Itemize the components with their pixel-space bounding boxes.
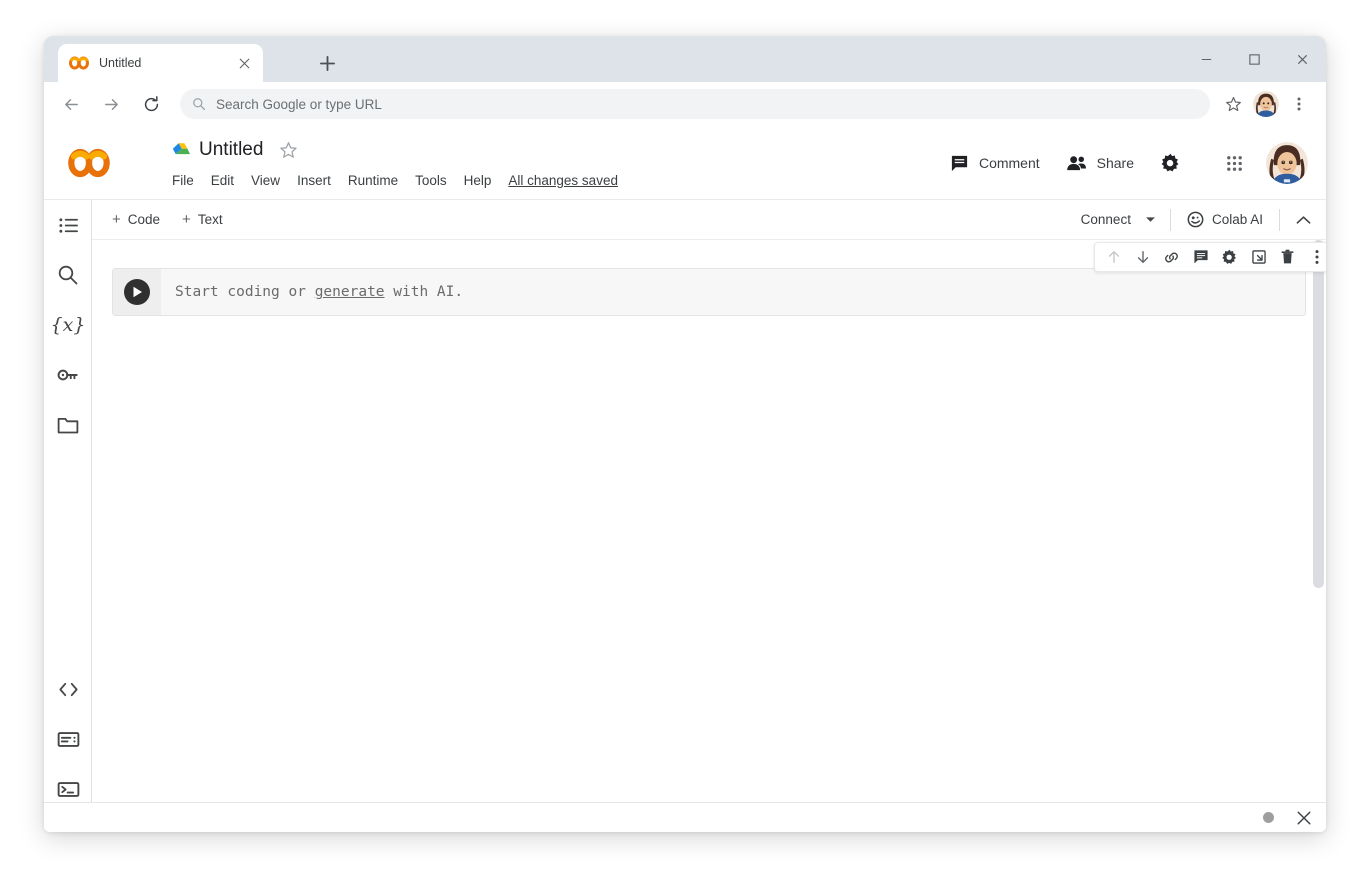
placeholder-prefix: Start coding or: [175, 284, 315, 300]
status-dot: [1263, 812, 1274, 823]
colab-status-bar: [44, 802, 1326, 832]
colab-icon: [68, 55, 90, 71]
menu-bar: File Edit View Insert Runtime Tools Help…: [172, 168, 618, 192]
cell-gutter: [113, 269, 161, 315]
colab-ai-icon: [1187, 211, 1204, 228]
colab-header-actions: Comment Share: [950, 144, 1308, 182]
browser-window: Untitled: [44, 36, 1326, 832]
tab-close-icon[interactable]: [235, 54, 253, 72]
browser-tab-title: Untitled: [99, 56, 235, 70]
sidebar-item-command-palette[interactable]: [44, 714, 92, 764]
menu-file[interactable]: File: [172, 173, 194, 188]
colab-app: Untitled File Edit View Insert Runtime T…: [44, 126, 1326, 832]
colab-header: Untitled File Edit View Insert Runtime T…: [44, 126, 1326, 200]
plus-icon: +: [112, 211, 121, 228]
sidebar-item-files[interactable]: [44, 400, 92, 450]
close-icon[interactable]: [1278, 40, 1326, 78]
google-drive-icon: [172, 142, 191, 159]
placeholder-suffix: with AI.: [385, 284, 464, 300]
notebook-toolbar-right: Connect Colab AI: [1081, 200, 1326, 240]
forward-arrow-icon[interactable]: [96, 89, 126, 119]
sidebar-item-variables[interactable]: {x}: [44, 300, 92, 350]
share-button[interactable]: Share: [1066, 154, 1134, 173]
add-comment-button[interactable]: [1186, 243, 1215, 271]
close-icon[interactable]: [1296, 810, 1312, 826]
sidebar-bottom-group: [44, 664, 92, 814]
colab-ai-label: Colab AI: [1212, 212, 1263, 227]
sidebar-item-find-and-replace[interactable]: [44, 250, 92, 300]
back-arrow-icon[interactable]: [56, 89, 86, 119]
menu-tools[interactable]: Tools: [415, 173, 447, 188]
add-text-cell-button[interactable]: + Text: [182, 211, 223, 228]
apps-grid-icon[interactable]: [1225, 154, 1244, 173]
notebook-toolbar: + Code + Text Connect: [92, 200, 1326, 240]
add-text-label: Text: [198, 212, 223, 227]
sidebar-item-table-of-contents[interactable]: [44, 200, 92, 250]
browser-toolbar: Search Google or type URL: [44, 82, 1326, 126]
browser-tabstrip: Untitled: [44, 36, 1326, 82]
three-dot-menu-icon[interactable]: [1284, 89, 1314, 119]
colab-sidebar: {x}: [44, 200, 92, 832]
star-outline-icon[interactable]: [279, 141, 298, 160]
address-bar[interactable]: Search Google or type URL: [180, 89, 1210, 119]
mirror-cell-button[interactable]: [1244, 243, 1273, 271]
scrollbar-thumb[interactable]: [1313, 240, 1324, 588]
search-icon: [192, 97, 206, 111]
star-icon[interactable]: [1218, 89, 1248, 119]
comment-icon: [950, 154, 969, 173]
run-cell-button[interactable]: [124, 279, 150, 305]
cell-action-toolbar: [1094, 242, 1326, 272]
chevron-down-icon[interactable]: [1145, 216, 1156, 223]
menu-help[interactable]: Help: [464, 173, 492, 188]
delete-cell-button[interactable]: [1273, 243, 1302, 271]
colab-ai-button[interactable]: Colab AI: [1171, 211, 1279, 228]
share-label: Share: [1097, 155, 1134, 171]
browser-toolbar-actions: [1218, 89, 1314, 119]
connect-button[interactable]: Connect: [1081, 212, 1170, 227]
colab-logo[interactable]: [66, 146, 112, 180]
notebook-body: Start coding or generate with AI.: [92, 240, 1326, 832]
generate-link[interactable]: generate: [315, 284, 385, 300]
code-cell[interactable]: Start coding or generate with AI.: [112, 268, 1306, 316]
variables-icon: {x}: [51, 314, 86, 336]
new-tab-button[interactable]: [312, 49, 342, 77]
reload-icon[interactable]: [136, 89, 166, 119]
comment-label: Comment: [979, 155, 1040, 171]
menu-edit[interactable]: Edit: [211, 173, 234, 188]
more-cell-actions-button[interactable]: [1302, 243, 1326, 271]
save-status[interactable]: All changes saved: [508, 173, 618, 188]
plus-icon: +: [182, 211, 191, 228]
cell-settings-button[interactable]: [1215, 243, 1244, 271]
people-icon: [1066, 154, 1087, 173]
sidebar-item-code-snippets[interactable]: [44, 664, 92, 714]
document-title-block: Untitled File Edit View Insert Runtime T…: [172, 136, 618, 192]
move-cell-up-button[interactable]: [1099, 243, 1128, 271]
cell-input-placeholder[interactable]: Start coding or generate with AI.: [161, 269, 1305, 315]
menu-insert[interactable]: Insert: [297, 173, 331, 188]
add-code-cell-button[interactable]: + Code: [112, 211, 160, 228]
menu-view[interactable]: View: [251, 173, 280, 188]
collapse-toolbar-button[interactable]: [1280, 200, 1326, 240]
comment-button[interactable]: Comment: [950, 154, 1040, 173]
sidebar-item-secrets[interactable]: [44, 350, 92, 400]
notebook-scrollbar[interactable]: [1311, 240, 1326, 832]
connect-label: Connect: [1081, 212, 1131, 227]
address-bar-placeholder: Search Google or type URL: [216, 97, 382, 112]
menu-runtime[interactable]: Runtime: [348, 173, 398, 188]
user-avatar[interactable]: [1266, 142, 1308, 184]
page-title[interactable]: Untitled: [199, 139, 263, 161]
browser-tab[interactable]: Untitled: [58, 44, 263, 82]
window-controls: [1182, 36, 1326, 82]
maximize-icon[interactable]: [1230, 40, 1278, 78]
link-to-cell-button[interactable]: [1157, 243, 1186, 271]
profile-avatar[interactable]: [1253, 91, 1279, 117]
settings-button[interactable]: [1160, 153, 1181, 174]
move-cell-down-button[interactable]: [1128, 243, 1157, 271]
minimize-icon[interactable]: [1182, 40, 1230, 78]
add-code-label: Code: [128, 212, 160, 227]
